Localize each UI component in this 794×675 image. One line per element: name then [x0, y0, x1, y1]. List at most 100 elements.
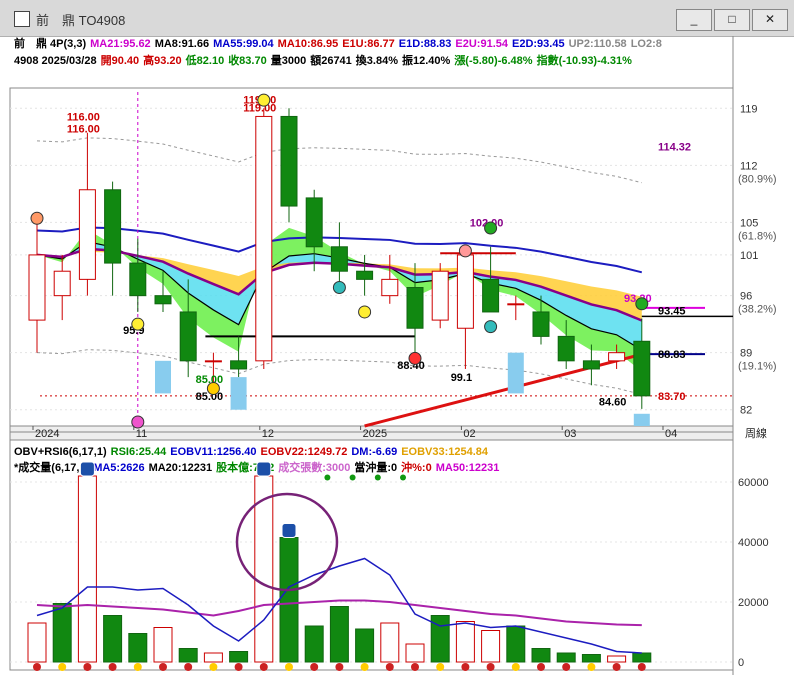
signal-dot: [83, 663, 92, 671]
volume-bar: [329, 606, 349, 663]
signal-dot: [612, 663, 621, 671]
right-value-label: 83.70: [658, 391, 686, 403]
volume-bar: [481, 630, 501, 663]
volume-bar: [203, 652, 223, 663]
candle-body: [582, 360, 600, 370]
time-tick-label: 02: [463, 428, 475, 440]
title-bar: 前 鼎 TO4908 _ □ ✕: [0, 0, 794, 37]
indicator-label: MA55:99.04: [213, 38, 274, 50]
signal-dot: [234, 663, 243, 671]
indicator-label: E2U:91.54: [455, 38, 508, 50]
candle-body: [280, 115, 298, 207]
volume-spike-icon: [79, 461, 95, 477]
signal-dot: [58, 663, 67, 671]
support-block: [155, 360, 171, 394]
signal-dot: [159, 663, 167, 671]
time-tick-label: 12: [262, 428, 274, 440]
candle-body: [406, 287, 424, 329]
price-tick-label: 105: [740, 217, 758, 229]
volume-bar: [27, 622, 47, 663]
cross-marker: [332, 281, 346, 295]
volume-spike-icon: [281, 523, 297, 538]
maximize-button[interactable]: □: [714, 9, 750, 31]
signal-dot: [310, 663, 319, 671]
volume-bar: [556, 652, 576, 663]
down-arrow-marker: [635, 297, 649, 311]
volume-indicator-label: 沖%:0: [401, 460, 432, 474]
time-tick-label: 2025: [363, 428, 387, 440]
candle-body: [431, 270, 449, 321]
price-label: 99.1: [451, 372, 472, 384]
indicator-label: MA10:86.95: [278, 38, 339, 50]
indicator-label: 指數(-10.93)-4.31%: [537, 53, 633, 67]
volume-bar: [178, 648, 198, 663]
support-block: [633, 413, 650, 426]
close-button[interactable]: ✕: [752, 9, 788, 31]
volume-bar: [279, 537, 299, 663]
volume-spike-icon: [256, 461, 272, 477]
sell-signal-marker: [458, 244, 472, 258]
indicator-label: UP2:110.58: [569, 38, 627, 50]
indicator-label: 振12.40%: [402, 53, 451, 67]
chart-canvas[interactable]: 前 鼎 4P(3,3) MA21:95.62 MA8:91.66 MA55:99.04…: [0, 36, 794, 675]
candle-body: [557, 335, 575, 362]
signal-dot: [486, 663, 495, 671]
indicator-label: 低82.10: [185, 53, 225, 67]
right-value-label: 88.83: [658, 349, 686, 361]
volume-indicator-label: MA20:12231: [149, 462, 213, 474]
volume-bar: [455, 621, 475, 663]
indicator-label: 收83.70: [228, 53, 267, 67]
price-label: 116.00: [67, 124, 100, 136]
smiley-marker: [257, 93, 271, 107]
candle-body: [230, 360, 248, 370]
volume-bar: [380, 622, 400, 663]
volume-bar: [153, 627, 173, 663]
volume-bar: [128, 633, 148, 663]
candle-body: [381, 278, 399, 297]
volume-indicator-label: RSI6:25.44: [111, 446, 168, 458]
candle-body: [633, 340, 651, 397]
time-marker: [131, 415, 145, 429]
time-tick-label: 2024: [35, 428, 59, 440]
minimize-button[interactable]: _: [676, 9, 712, 31]
price-label: 84.60: [599, 397, 627, 409]
signal-dot: [108, 663, 117, 671]
time-tick-label: 03: [564, 428, 576, 440]
candle-body: [255, 115, 273, 362]
indicator-label: 4908 2025/03/28: [14, 55, 97, 67]
volume-bar: [52, 603, 72, 663]
up-arrow-marker: [408, 351, 422, 365]
pct-tick-label: (61.8%): [738, 230, 777, 242]
volume-bar: [77, 475, 97, 663]
price-label: 116.00: [67, 112, 100, 124]
volume-bar: [229, 651, 249, 663]
pct-tick-label: (19.1%): [738, 361, 777, 373]
indicator-label: 換3.84%: [356, 53, 398, 67]
volume-indicator-label: 當沖量:0: [354, 460, 397, 474]
signal-dot: [461, 663, 470, 671]
volume-bar: [304, 625, 324, 663]
signal-dot: [537, 663, 545, 671]
indicator-label: 開90.40: [101, 54, 140, 67]
candle-body: [53, 270, 71, 297]
candle-body: [608, 352, 626, 362]
signal-dot: [587, 663, 596, 671]
indicator-label: 高93.20: [143, 53, 182, 67]
volume-tick-label: 40000: [738, 537, 769, 549]
volume-indicator-label: *成交量(6,17,1): [14, 460, 90, 474]
price-tick-label: 89: [740, 348, 752, 360]
volume-indicator-label: EOBV11:1256.40: [170, 446, 256, 458]
time-tick-label: 04: [665, 428, 677, 440]
down-arrow-marker: [484, 221, 498, 235]
indicator-label: E2D:93.45: [512, 38, 565, 50]
axis-title: 周線: [745, 426, 767, 440]
indicator-label: LO2:8: [631, 38, 662, 50]
price-tick-label: 82: [740, 405, 752, 417]
candle-body: [179, 311, 197, 362]
candle-body: [305, 197, 323, 248]
signal-dot: [33, 663, 41, 671]
pct-tick-label: (80.9%): [738, 173, 777, 185]
cross-marker: [484, 320, 498, 334]
volume-indicator-label: MA5:2626: [93, 462, 144, 474]
volume-bar: [506, 625, 526, 663]
